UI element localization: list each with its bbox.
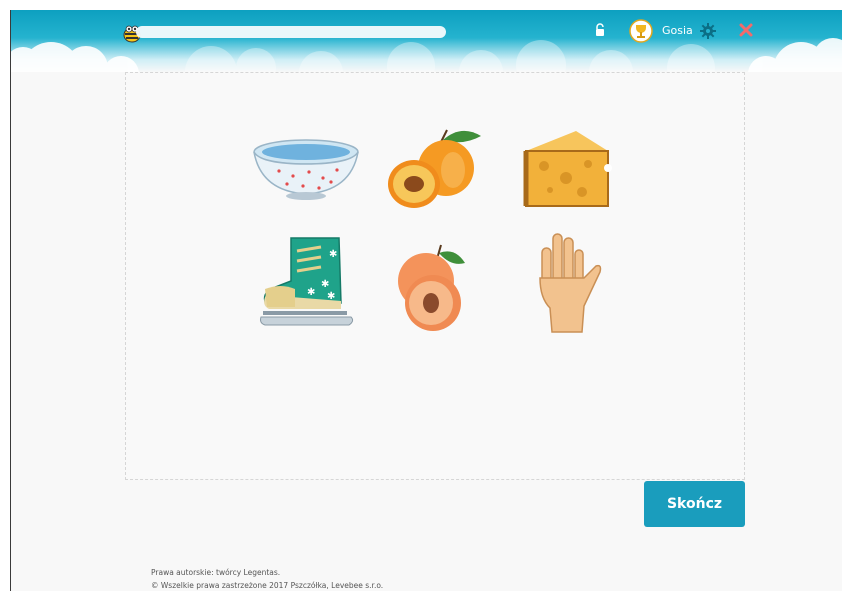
hand-image: [539, 233, 602, 333]
picture-board: ✱ ✱ ✱ ✱: [125, 72, 745, 480]
svg-text:✱: ✱: [329, 249, 337, 260]
cheese-card[interactable]: [506, 121, 626, 221]
svg-text:✱: ✱: [321, 279, 329, 290]
apricot-image: [388, 129, 481, 208]
footer-copyright-authors: Prawa autorskie: twórcy Legentas.: [151, 568, 281, 577]
trophy-avatar-icon[interactable]: [629, 19, 653, 43]
user-name[interactable]: Gosia: [662, 24, 693, 37]
hand-card[interactable]: [506, 233, 626, 333]
peach-card[interactable]: [376, 238, 496, 338]
ice-skate-card[interactable]: ✱ ✱ ✱ ✱: [246, 233, 366, 333]
app-frame: Gosia ✱ ✱ ✱ ✱ Skończ Prawa autorskie: tw…: [10, 10, 842, 591]
footer-copyright-rights: © Wszelkie prawa zastrzeżone 2017 Pszczó…: [151, 581, 384, 590]
bowl-image: [253, 139, 359, 200]
bowl-card[interactable]: [246, 121, 366, 221]
peach-image: [398, 244, 465, 331]
progress-bar: [136, 26, 446, 38]
apricot-card[interactable]: [376, 121, 496, 221]
ice-skate-image: ✱✱ ✱✱: [260, 237, 354, 326]
footer: Prawa autorskie: twórcy Legentas. © Wsze…: [151, 566, 383, 591]
svg-text:✱: ✱: [327, 291, 335, 302]
svg-text:✱: ✱: [307, 287, 315, 298]
finish-button[interactable]: Skończ: [644, 481, 745, 527]
top-bar: Gosia: [11, 10, 842, 72]
close-icon[interactable]: [739, 23, 753, 37]
lock-icon[interactable]: [594, 23, 606, 37]
cheese-image: [523, 131, 612, 207]
gear-icon[interactable]: [700, 23, 716, 39]
